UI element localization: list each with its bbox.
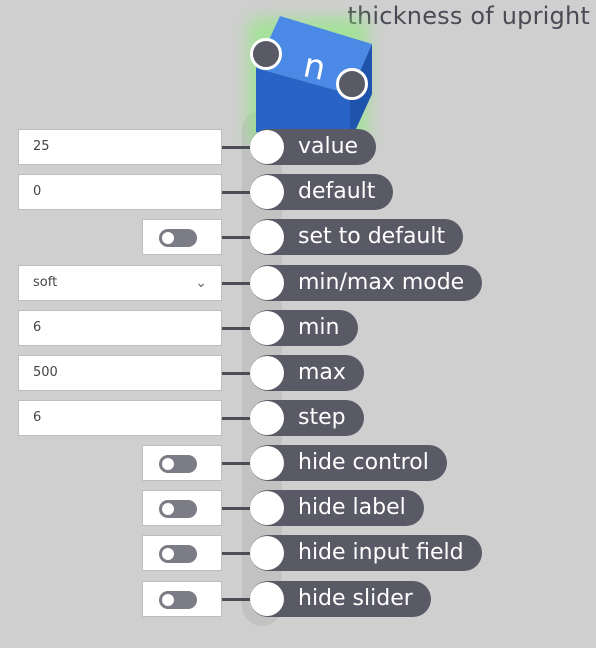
node-cube-icon[interactable]: n bbox=[244, 8, 384, 148]
hide-slider-toggle[interactable] bbox=[159, 591, 197, 609]
hide-label-toggle-box bbox=[142, 490, 222, 526]
min-max-mode-value: soft bbox=[33, 275, 58, 290]
hide-slider-port-icon[interactable] bbox=[250, 582, 284, 616]
min-port-icon[interactable] bbox=[250, 311, 284, 345]
toggle-knob bbox=[162, 503, 174, 515]
set-to-default-toggle-box bbox=[142, 219, 222, 255]
max-port-icon[interactable] bbox=[250, 356, 284, 390]
row-hide-slider: hide slider bbox=[0, 580, 596, 618]
default-input[interactable]: 0 bbox=[18, 174, 222, 210]
value-input[interactable]: 25 bbox=[18, 129, 222, 165]
hide-control-port-icon[interactable] bbox=[250, 446, 284, 480]
hide-input-field-port-icon[interactable] bbox=[250, 536, 284, 570]
min-input[interactable]: 6 bbox=[18, 310, 222, 346]
hide-control-toggle-box bbox=[142, 445, 222, 481]
min-max-mode-port-icon[interactable] bbox=[250, 266, 284, 300]
row-hide-input-field: hide input field bbox=[0, 534, 596, 572]
set-to-default-toggle[interactable] bbox=[159, 229, 197, 247]
max-input[interactable]: 500 bbox=[18, 355, 222, 391]
row-hide-label: hide label bbox=[0, 489, 596, 527]
row-default: 0 default bbox=[0, 173, 596, 211]
value-port-icon[interactable] bbox=[250, 130, 284, 164]
row-step: 6 step bbox=[0, 399, 596, 437]
row-min-max-mode: soft ⌄ min/max mode bbox=[0, 264, 596, 302]
hide-slider-toggle-box bbox=[142, 581, 222, 617]
row-hide-control: hide control bbox=[0, 444, 596, 482]
hide-input-field-label: hide input field bbox=[250, 535, 482, 571]
toggle-knob bbox=[162, 458, 174, 470]
step-port-icon[interactable] bbox=[250, 401, 284, 435]
row-min: 6 min bbox=[0, 309, 596, 347]
row-max: 500 max bbox=[0, 354, 596, 392]
chevron-down-icon: ⌄ bbox=[195, 275, 207, 291]
output-port-icon[interactable] bbox=[336, 68, 368, 100]
step-input[interactable]: 6 bbox=[18, 400, 222, 436]
hide-input-field-toggle[interactable] bbox=[159, 545, 197, 563]
default-port-icon[interactable] bbox=[250, 175, 284, 209]
input-port-icon[interactable] bbox=[250, 38, 282, 70]
hide-label-port-icon[interactable] bbox=[250, 491, 284, 525]
toggle-knob bbox=[162, 548, 174, 560]
toggle-knob bbox=[162, 232, 174, 244]
toggle-knob bbox=[162, 594, 174, 606]
row-set-to-default: set to default bbox=[0, 218, 596, 256]
hide-label-toggle[interactable] bbox=[159, 500, 197, 518]
hide-input-field-toggle-box bbox=[142, 535, 222, 571]
set-to-default-port-icon[interactable] bbox=[250, 220, 284, 254]
min-max-mode-select[interactable]: soft ⌄ bbox=[18, 265, 222, 301]
row-value: 25 value bbox=[0, 128, 596, 166]
hide-control-toggle[interactable] bbox=[159, 455, 197, 473]
min-max-mode-label: min/max mode bbox=[250, 265, 483, 301]
